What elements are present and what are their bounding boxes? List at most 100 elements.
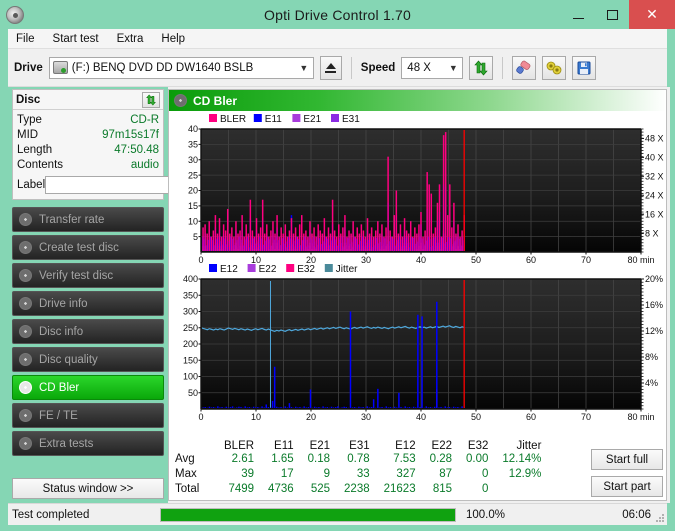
svg-text:400: 400: [183, 274, 198, 284]
progress-bar: [158, 504, 458, 526]
stats-cell: 87: [439, 468, 452, 480]
eject-icon: [325, 62, 337, 73]
progress-percent: 100.0%: [466, 508, 506, 521]
erase-button[interactable]: [512, 55, 537, 80]
svg-text:100: 100: [183, 372, 198, 382]
menu-start-test[interactable]: Start test: [53, 33, 99, 45]
app-disc-icon: [6, 5, 24, 24]
svg-text:300: 300: [183, 307, 198, 317]
svg-text:30: 30: [361, 412, 371, 421]
svg-text:0: 0: [198, 412, 203, 421]
svg-text:150: 150: [183, 355, 198, 365]
stats-cell: 9: [323, 468, 331, 480]
refresh-icon: [474, 60, 488, 75]
stats-cell: 39: [241, 468, 255, 480]
stats-col-e21: E21: [309, 440, 331, 452]
sidebar-item-extra-tests[interactable]: Extra tests: [12, 431, 164, 456]
sidebar-item-create-test-disc[interactable]: Create test disc: [12, 235, 164, 260]
table-row: Total 7499 4736 525 2238 21623 815 0: [173, 482, 548, 497]
svg-text:E21: E21: [303, 114, 321, 125]
sidebar-item-label: Disc quality: [39, 353, 98, 366]
drive-select-value: (F:) BENQ DVD DD DW1640 BSLB: [71, 61, 254, 74]
svg-text:20: 20: [306, 412, 316, 421]
svg-text:50: 50: [188, 388, 198, 398]
disc-refresh-button[interactable]: [142, 91, 160, 108]
disc-length-value: 47:50.48: [114, 144, 159, 156]
start-part-button[interactable]: Start part: [591, 476, 663, 497]
svg-text:8 X: 8 X: [645, 228, 659, 238]
stats-cell: [495, 482, 548, 497]
sidebar-item-transfer-rate[interactable]: Transfer rate: [12, 207, 164, 232]
client-area: Drive (F:) BENQ DVD DD DW1640 BSLB ▼ Spe…: [8, 49, 670, 503]
e12-jitter-chart-legend: E12 E22 E32 Jitter: [209, 264, 358, 275]
tools-button[interactable]: [542, 55, 567, 80]
svg-text:0: 0: [198, 255, 203, 265]
status-bar: Test completed 100.0% 06:06: [8, 503, 667, 525]
chart-panel: CD Bler BLER E11 E21 E31 5 10 15 20 25 30 35 40 8 X 1…: [168, 89, 667, 501]
svg-text:10: 10: [188, 216, 198, 226]
sidebar-item-fe-te[interactable]: FE / TE: [12, 403, 164, 428]
svg-text:12%: 12%: [645, 326, 663, 336]
sidebar-item-disc-quality[interactable]: Disc quality: [12, 347, 164, 372]
bler-and-e12-charts: BLER E11 E21 E31 5 10 15 20 25 30 35 40 8 X 16 X 24 X 3…: [183, 114, 664, 421]
svg-text:80 min: 80 min: [627, 412, 654, 421]
sidebar-item-verify-test-disc[interactable]: Verify test disc: [12, 263, 164, 288]
sidebar-item-label: Drive info: [39, 297, 88, 310]
drive-select[interactable]: (F:) BENQ DVD DD DW1640 BSLB ▼: [48, 56, 314, 79]
stats-cell: 0: [481, 483, 489, 495]
maximize-button[interactable]: [595, 0, 629, 29]
left-pane: Disc Type CD-R MID 97m15s17f Length 47:5…: [8, 87, 248, 503]
status-window-button[interactable]: Status window >>: [12, 478, 164, 499]
svg-text:16 X: 16 X: [645, 209, 664, 219]
tools-icon: [546, 61, 562, 74]
menu-help[interactable]: Help: [161, 33, 185, 45]
test-button-list: Transfer rate Create test disc Verify te…: [12, 207, 164, 456]
stats-row-label: Avg: [175, 453, 195, 465]
eject-button[interactable]: [319, 55, 342, 80]
sidebar-item-cd-bler[interactable]: CD Bler: [12, 375, 164, 400]
stats-cell: 327: [396, 468, 416, 480]
svg-text:E11: E11: [265, 114, 282, 125]
sidebar-item-disc-info[interactable]: Disc info: [12, 319, 164, 344]
disc-label-label: Label: [17, 179, 46, 191]
sidebar-item-drive-info[interactable]: Drive info: [12, 291, 164, 316]
chevron-down-icon: ▼: [299, 62, 309, 73]
resize-grip[interactable]: [655, 513, 665, 523]
main-split: Disc Type CD-R MID 97m15s17f Length 47:5…: [8, 87, 670, 503]
stats-col-blank: [173, 440, 217, 452]
stats-col-e22: E22: [431, 440, 452, 452]
stats-row-label: Total: [175, 483, 200, 495]
menu-extra[interactable]: Extra: [117, 33, 144, 45]
svg-text:50: 50: [471, 255, 481, 265]
close-button[interactable]: ✕: [629, 0, 675, 29]
save-icon: [577, 61, 591, 74]
stats-row-label: Max: [175, 468, 197, 480]
refresh-button[interactable]: [469, 55, 494, 80]
bler-chart-legend: BLER E11 E21 E31: [209, 114, 360, 125]
stats-cell: 21623: [383, 483, 416, 495]
start-full-button[interactable]: Start full: [591, 449, 663, 470]
toolbar-divider-1: [350, 56, 352, 79]
minimize-button[interactable]: [561, 0, 595, 29]
disc-icon: [19, 241, 32, 254]
stats-col-e12: E12: [395, 440, 416, 452]
speed-select[interactable]: 48 X ▼: [401, 56, 464, 79]
svg-text:8%: 8%: [645, 352, 658, 362]
stats-cell: 0.28: [429, 453, 452, 465]
menu-file[interactable]: File: [16, 33, 35, 45]
stats-cell: 17: [280, 468, 294, 480]
svg-text:60: 60: [526, 255, 536, 265]
disc-icon: [19, 409, 32, 422]
stats-cell: 33: [356, 468, 370, 480]
svg-text:70: 70: [581, 412, 591, 421]
disc-properties: Type CD-R MID 97m15s17f Length 47:50.48: [13, 110, 248, 199]
disc-icon: [19, 381, 32, 394]
svg-text:E32: E32: [297, 264, 315, 275]
disc-panel-title: Disc: [16, 93, 41, 106]
toolbar-divider-2: [502, 56, 504, 79]
start-full-label: Start full: [605, 453, 649, 466]
save-button[interactable]: [572, 55, 597, 80]
start-part-label: Start part: [603, 480, 651, 493]
disc-type-value: CD-R: [130, 114, 159, 126]
stats-cell: 4736: [268, 483, 294, 495]
